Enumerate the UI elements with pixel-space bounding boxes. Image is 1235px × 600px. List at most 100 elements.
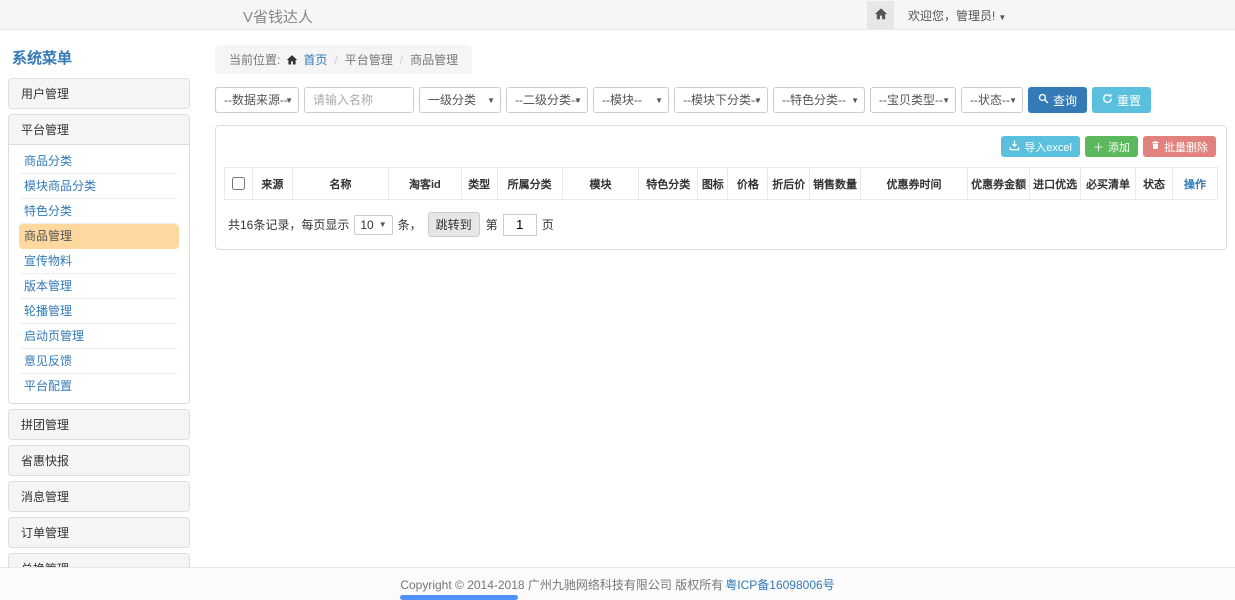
sidebar-item-module-goods-category[interactable]: 模块商品分类 [19,174,179,199]
menu-panel-saving-express: 省惠快报 [8,445,190,476]
chevron-down-icon: ▼ [1009,89,1017,113]
breadcrumb-separator: / [334,53,337,67]
add-label: 添加 [1108,139,1130,155]
chevron-down-icon: ▼ [998,13,1006,22]
sidebar-group-platform-manage[interactable]: 平台管理 [9,115,189,144]
import-icon [1009,140,1020,154]
content-panel: 导入excel ＋添加 批量删除 来源名称淘客id类型所属分类模块特色分类图标价… [215,125,1227,250]
col-15-header: 状态 [1135,168,1172,200]
user-menu[interactable]: 欢迎您，管理员!▼ [908,7,1006,24]
icp-link[interactable]: 粤ICP备16098006号 [725,576,834,593]
chevron-down-icon: ▼ [754,89,762,113]
page-suffix: 页 [542,216,554,233]
search-button[interactable]: 查询 [1028,87,1087,113]
sidebar-item-splash-manage[interactable]: 启动页管理 [19,324,179,349]
filter-select-level1-category[interactable]: 一级分类 ▼ [419,87,501,113]
filter-select-value: --数据来源-- [224,93,288,107]
home-button[interactable] [867,1,894,30]
batch-delete-button[interactable]: 批量删除 [1143,136,1216,157]
app-title: V省钱达人 [243,6,313,27]
breadcrumb: 当前位置: 首页 / 平台管理 / 商品管理 [215,45,472,74]
sidebar-item-feature-category[interactable]: 特色分类 [19,199,179,224]
breadcrumb-home-link[interactable]: 首页 [303,51,327,68]
filter-select-value: --宝贝类型-- [879,93,943,107]
chevron-down-icon: ▼ [487,89,495,113]
filter-select-feature-category[interactable]: --特色分类--▼ [773,87,865,113]
name-search-input[interactable] [304,87,414,113]
col-9-header: 折后价 [768,168,810,200]
sidebar-group-exchange-manage[interactable]: 兑换管理 [9,554,189,567]
sidebar-item-version-manage[interactable]: 版本管理 [19,274,179,299]
sidebar-item-promo-material[interactable]: 宣传物料 [19,249,179,274]
filter-slot-b: 一级分类▼--二级分类--▼--模块--▼--模块下分类--▼--特色分类--▼… [419,87,1023,113]
filter-select-data-source[interactable]: --数据来源--▼ [215,87,299,113]
sidebar-item-feedback[interactable]: 意见反馈 [19,349,179,374]
sidebar-item-goods-manage[interactable]: 商品管理 [19,224,179,249]
search-button-label: 查询 [1053,92,1077,109]
submenu-platform-manage: 商品分类模块商品分类特色分类商品管理宣传物料版本管理轮播管理启动页管理意见反馈平… [9,144,189,403]
pagination-bar: 共16条记录，每页显示 10▼ 条， 跳转到 第 页 [224,212,1218,241]
search-icon [1038,93,1049,107]
plus-icon: ＋ [1093,139,1104,155]
sidebar-item-goods-category[interactable]: 商品分类 [19,149,179,174]
sidebar-item-platform-config[interactable]: 平台配置 [19,374,179,399]
chevron-down-icon: ▼ [574,89,582,113]
import-excel-button[interactable]: 导入excel [1001,136,1080,157]
refresh-icon [1102,93,1113,107]
page-size-value: 10 [360,218,373,232]
filter-bar: --数据来源--▼ 一级分类▼--二级分类--▼--模块--▼--模块下分类--… [215,87,1227,113]
col-10-header: 销售数量 [809,168,860,200]
sidebar: 系统菜单 用户管理平台管理商品分类模块商品分类特色分类商品管理宣传物料版本管理轮… [8,30,190,567]
page-prefix: 第 [486,216,498,233]
welcome-text: 欢迎您，管理员! [908,9,995,23]
page-size-select[interactable]: 10 ▼ [354,215,392,235]
bottom-blue-bar [400,595,518,600]
products-table: 来源名称淘客id类型所属分类模块特色分类图标价格折后价销售数量优惠券时间优惠券金… [224,167,1218,200]
filter-select-module[interactable]: --模块-- ▼ [593,87,669,113]
sidebar-group-groupbuy-manage[interactable]: 拼团管理 [9,410,189,439]
jump-button[interactable]: 跳转到 [428,212,480,237]
breadcrumb-item-platform: 平台管理 [345,51,393,68]
col-11-header: 优惠券时间 [860,168,967,200]
filter-select-value: --状态-- [970,93,1010,107]
col-5-header: 模块 [562,168,638,200]
reset-button[interactable]: 重置 [1092,87,1151,113]
sidebar-group-message-manage[interactable]: 消息管理 [9,482,189,511]
sidebar-item-carousel-manage[interactable]: 轮播管理 [19,299,179,324]
col-3-header: 类型 [461,168,497,200]
filter-select-value: 一级分类 [428,93,476,107]
page-number-input[interactable] [503,214,537,236]
chevron-down-icon: ▼ [285,89,293,113]
col-16-header: 操作 [1173,168,1218,200]
filter-select-module-subcategory[interactable]: --模块下分类--▼ [674,87,768,113]
copyright-text: Copyright © 2014-2018 广州九驰网络科技有限公司 版权所有 [400,576,723,593]
sidebar-group-saving-express[interactable]: 省惠快报 [9,446,189,475]
col-checkbox [225,168,253,200]
chevron-down-icon: ▼ [655,89,663,113]
menu-panel-groupbuy-manage: 拼团管理 [8,409,190,440]
navbar-right: 欢迎您，管理员!▼ [867,0,1006,30]
menu-panel-exchange-manage: 兑换管理 [8,553,190,567]
add-button[interactable]: ＋添加 [1085,136,1138,157]
batch-delete-label: 批量删除 [1164,139,1208,155]
chevron-down-icon: ▼ [851,89,859,113]
menu-panel-message-manage: 消息管理 [8,481,190,512]
sidebar-group-user-manage[interactable]: 用户管理 [9,79,189,108]
filter-select-value: --模块下分类-- [683,93,759,107]
filter-select-value: --模块-- [602,93,642,107]
chevron-down-icon: ▼ [379,220,387,229]
filter-select-level2-category[interactable]: --二级分类--▼ [506,87,588,113]
table-toolbar: 导入excel ＋添加 批量删除 [226,136,1216,157]
select-all-checkbox[interactable] [232,177,245,190]
menu-panel-platform-manage: 平台管理商品分类模块商品分类特色分类商品管理宣传物料版本管理轮播管理启动页管理意… [8,114,190,404]
filter-select-status[interactable]: --状态--▼ [961,87,1023,113]
filter-select-item-type[interactable]: --宝贝类型--▼ [870,87,956,113]
col-8-header: 价格 [728,168,768,200]
sidebar-group-order-manage[interactable]: 订单管理 [9,518,189,547]
sidebar-menu: 用户管理平台管理商品分类模块商品分类特色分类商品管理宣传物料版本管理轮播管理启动… [8,78,190,567]
trash-icon [1151,140,1160,153]
menu-panel-user-manage: 用户管理 [8,78,190,109]
menu-panel-order-manage: 订单管理 [8,517,190,548]
col-2-header: 淘客id [388,168,461,200]
breadcrumb-item-goods: 商品管理 [410,51,458,68]
